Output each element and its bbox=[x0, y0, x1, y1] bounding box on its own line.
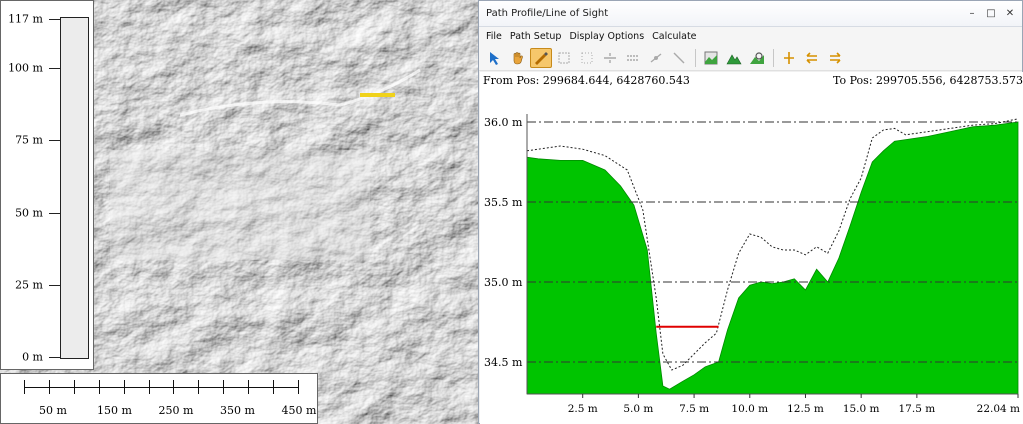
toolbar-separator bbox=[773, 48, 774, 67]
scale-tick bbox=[173, 380, 175, 394]
draw-path-icon[interactable] bbox=[530, 47, 552, 68]
distance-label: 150 m bbox=[97, 404, 132, 417]
y-tick-label: 34.5 m bbox=[484, 356, 523, 369]
distance-label: 350 m bbox=[220, 404, 255, 417]
x-tick-label: 7.5 m bbox=[679, 403, 709, 415]
horizontal-distance-scale: 50 m 150 m 250 m 350 m 450 m bbox=[0, 373, 318, 424]
distance-label: 450 m bbox=[281, 404, 317, 417]
align-icon[interactable] bbox=[622, 48, 644, 68]
path-select-icon[interactable] bbox=[484, 48, 506, 68]
window-title: Path Profile/Line of Sight bbox=[486, 8, 609, 19]
distance-label: 50 m bbox=[39, 404, 67, 417]
scale-tick bbox=[148, 380, 150, 394]
elevation-tick bbox=[49, 68, 60, 70]
vertical-elevation-scale: 117 m 100 m 75 m 50 m 25 m 0 m bbox=[0, 0, 94, 370]
path-vertical-icon[interactable] bbox=[778, 48, 800, 68]
menu-file[interactable]: File bbox=[486, 31, 502, 42]
line-icon[interactable] bbox=[668, 48, 690, 68]
node-icon[interactable] bbox=[645, 48, 667, 68]
elevation-label: 117 m bbox=[8, 12, 43, 26]
x-tick-label: 15.0 m bbox=[843, 403, 880, 415]
x-tick-label: 12.5 m bbox=[787, 403, 824, 415]
profile-plot-area[interactable]: From Pos: 299684.644, 6428760.543 To Pos… bbox=[480, 72, 1023, 424]
x-tick-label: 22.04 m bbox=[977, 403, 1020, 415]
scale-tick bbox=[123, 380, 125, 394]
zoom-terrain-icon[interactable] bbox=[746, 48, 768, 68]
x-tick-label: 5.0 m bbox=[623, 403, 653, 415]
scale-tick bbox=[198, 380, 200, 394]
x-tick-label: 2.5 m bbox=[568, 403, 598, 415]
toolbar-separator bbox=[695, 48, 696, 67]
scale-line bbox=[24, 387, 298, 388]
distance-label: 250 m bbox=[158, 404, 194, 417]
menu-calculate[interactable]: Calculate bbox=[652, 31, 696, 42]
scale-tick bbox=[48, 380, 50, 394]
scale-tick bbox=[24, 380, 25, 394]
y-tick-label: 36.0 m bbox=[484, 116, 523, 129]
elevation-label: 75 m bbox=[15, 133, 43, 147]
terrain-profile-icon[interactable] bbox=[700, 48, 722, 68]
elevation-tick bbox=[49, 357, 60, 358]
x-tick-label: 17.5 m bbox=[899, 403, 936, 415]
toolbar bbox=[479, 45, 1022, 71]
path-back-icon[interactable] bbox=[801, 48, 823, 68]
path-forward-icon[interactable] bbox=[824, 48, 846, 68]
elevation-tick bbox=[49, 212, 60, 214]
y-tick-label: 35.0 m bbox=[484, 276, 523, 289]
window-titlebar[interactable]: Path Profile/Line of Sight – □ ✕ bbox=[479, 1, 1022, 27]
elevation-tick bbox=[49, 284, 60, 286]
scale-tick bbox=[98, 380, 100, 394]
elevation-label: 50 m bbox=[15, 206, 43, 220]
terrain-area bbox=[526, 121, 1019, 395]
menu-path-setup[interactable]: Path Setup bbox=[510, 31, 562, 42]
menu-display-options[interactable]: Display Options bbox=[569, 31, 644, 42]
grid-dots-icon[interactable] bbox=[576, 48, 598, 68]
mountain-icon[interactable] bbox=[723, 48, 745, 68]
split-icon[interactable] bbox=[599, 48, 621, 68]
scale-tick bbox=[223, 380, 225, 394]
close-button[interactable]: ✕ bbox=[1003, 7, 1017, 21]
elevation-tick bbox=[49, 140, 60, 142]
elevation-scale-bar bbox=[60, 17, 89, 359]
scale-tick bbox=[248, 380, 250, 394]
scale-tick bbox=[273, 380, 275, 394]
elevation-label: 100 m bbox=[8, 61, 43, 75]
scale-tick bbox=[298, 380, 299, 394]
hand-pan-icon[interactable] bbox=[507, 48, 529, 68]
elevation-label: 0 m bbox=[22, 350, 43, 364]
maximize-button[interactable]: □ bbox=[984, 7, 998, 21]
elevation-label: 25 m bbox=[15, 278, 43, 292]
path-profile-window[interactable]: Path Profile/Line of Sight – □ ✕ File Pa… bbox=[478, 0, 1023, 424]
x-tick-label: 10.0 m bbox=[731, 403, 768, 415]
profile-chart[interactable]: 36.0 m 35.5 m 35.0 m 34.5 m 2.5 m 5.0 m 7.5 m 1… bbox=[480, 72, 1023, 424]
grid-points-icon[interactable] bbox=[553, 48, 575, 68]
y-tick-label: 35.5 m bbox=[484, 196, 523, 209]
scale-tick bbox=[73, 380, 75, 394]
minimize-button[interactable]: – bbox=[965, 7, 979, 21]
menu-bar: File Path Setup Display Options Calculat… bbox=[479, 27, 1022, 45]
elevation-tick bbox=[49, 19, 60, 20]
